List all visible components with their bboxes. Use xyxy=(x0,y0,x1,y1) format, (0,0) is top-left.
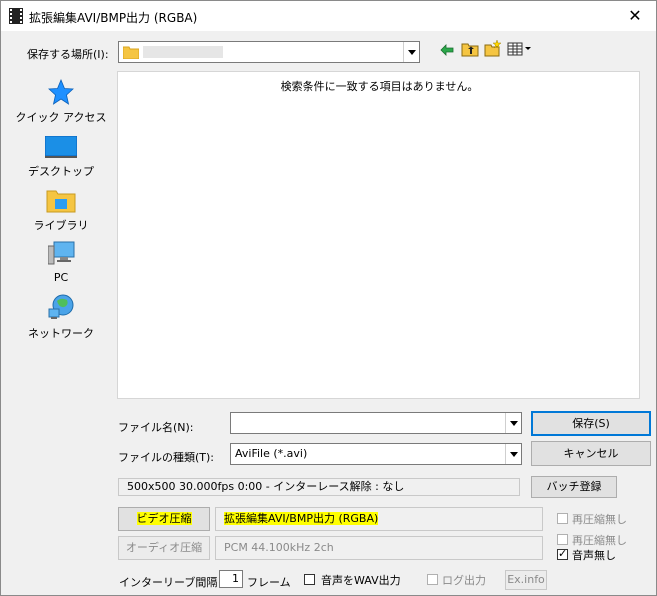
audio-recompress-checkbox[interactable] xyxy=(557,534,568,545)
view-menu-icon[interactable] xyxy=(507,41,533,57)
interleave-label: インターリーブ間隔 : xyxy=(119,576,225,589)
video-recompress-checkbox[interactable] xyxy=(557,513,568,524)
film-icon xyxy=(9,8,23,24)
location-dropdown-arrow[interactable] xyxy=(403,42,419,62)
save-button[interactable]: 保存(S) xyxy=(531,411,651,436)
places-bar: クイック アクセス デスクトップ ライブラリ PC ネットワーク xyxy=(11,71,111,401)
window-title: 拡張編集AVI/BMP出力 (RGBA) xyxy=(29,11,198,25)
place-label: ネットワーク xyxy=(28,327,94,340)
no-audio-checkbox[interactable] xyxy=(557,547,568,560)
place-label: デスクトップ xyxy=(28,165,94,178)
place-pc[interactable]: PC xyxy=(11,241,111,291)
place-desktop[interactable]: デスクトップ xyxy=(11,133,111,183)
dialog-window: 拡張編集AVI/BMP出力 (RGBA) ✕ 保存する場所(I): クイック ア… xyxy=(0,0,657,596)
video-compress-label: ビデオ圧縮 xyxy=(136,512,192,525)
video-codec-field: 拡張編集AVI/BMP出力 (RGBA) xyxy=(215,507,543,531)
up-folder-icon[interactable] xyxy=(461,41,479,57)
location-select[interactable] xyxy=(118,41,420,63)
video-compress-button[interactable]: ビデオ圧縮 xyxy=(118,507,210,531)
computer-icon xyxy=(48,241,75,265)
interleave-unit: フレーム xyxy=(247,576,291,589)
location-label: 保存する場所(I): xyxy=(27,48,109,61)
audio-wav-checkbox[interactable] xyxy=(304,574,315,585)
place-network[interactable]: ネットワーク xyxy=(11,294,111,345)
place-quick-access[interactable]: クイック アクセス xyxy=(11,79,111,129)
place-library[interactable]: ライブラリ xyxy=(11,187,111,237)
place-label: ライブラリ xyxy=(33,219,89,232)
filetype-label: ファイルの種類(T): xyxy=(118,451,215,464)
star-icon xyxy=(48,79,74,105)
desktop-icon xyxy=(45,136,77,158)
video-codec-value: 拡張編集AVI/BMP出力 (RGBA) xyxy=(224,512,379,525)
cancel-button[interactable]: キャンセル xyxy=(531,441,651,466)
place-label: クイック アクセス xyxy=(15,111,107,124)
filetype-value: AviFile (*.avi) xyxy=(235,447,308,460)
log-output-checkbox[interactable] xyxy=(427,574,438,585)
location-value-blurred xyxy=(143,46,223,58)
filename-dropdown-arrow[interactable] xyxy=(505,413,521,433)
filetype-dropdown-arrow[interactable] xyxy=(505,444,521,464)
title-bar: 拡張編集AVI/BMP出力 (RGBA) ✕ xyxy=(1,1,656,31)
library-icon xyxy=(46,190,76,213)
audio-codec-field: PCM 44.100kHz 2ch xyxy=(215,536,543,560)
log-output-label: ログ出力 xyxy=(442,574,486,587)
video-summary: 500x500 30.000fps 0:00 - インターレース解除 : なし xyxy=(118,478,520,496)
folder-icon xyxy=(123,46,139,59)
audio-wav-label: 音声をWAV出力 xyxy=(321,574,401,587)
audio-recompress-label: 再圧縮無し xyxy=(572,534,627,547)
interleave-input[interactable]: 1 xyxy=(219,570,243,588)
new-folder-icon[interactable] xyxy=(484,40,502,57)
empty-message: 検索条件に一致する項目はありません。 xyxy=(280,80,479,93)
audio-compress-button[interactable]: オーディオ圧縮 xyxy=(118,536,210,560)
file-list[interactable]: 検索条件に一致する項目はありません。 xyxy=(117,71,640,399)
place-label: PC xyxy=(53,271,69,284)
network-icon xyxy=(48,294,74,319)
filename-input[interactable] xyxy=(230,412,522,434)
batch-register-button[interactable]: バッチ登録 xyxy=(531,476,617,498)
back-icon[interactable] xyxy=(439,42,455,58)
exinfo-button[interactable]: Ex.info xyxy=(505,570,547,590)
filetype-select[interactable]: AviFile (*.avi) xyxy=(230,443,522,465)
video-recompress-label: 再圧縮無し xyxy=(572,513,627,526)
close-button[interactable]: ✕ xyxy=(624,5,646,27)
filename-label: ファイル名(N): xyxy=(118,421,194,434)
no-audio-label: 音声無し xyxy=(572,549,616,562)
